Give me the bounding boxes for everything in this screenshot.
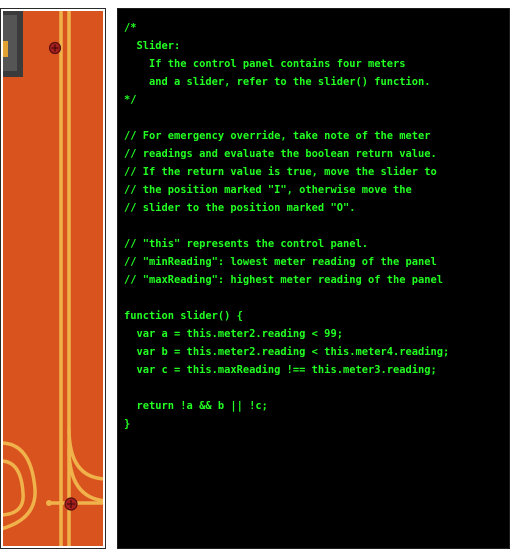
control-panel-illustration xyxy=(1,9,105,548)
code-line: var c = this.maxReading !== this.meter3.… xyxy=(124,364,437,376)
code-line: var a = this.meter2.reading < 99; xyxy=(124,328,343,340)
code-line: // the position marked "I", otherwise mo… xyxy=(124,184,412,196)
screw-icon xyxy=(48,41,62,55)
code-line: function slider() { xyxy=(124,310,243,322)
code-line: // slider to the position marked "O". xyxy=(124,202,356,214)
code-line: and a slider, refer to the slider() func… xyxy=(124,76,431,88)
code-listing: /* Slider: If the control panel contains… xyxy=(118,9,509,433)
code-line: var b = this.meter2.reading < this.meter… xyxy=(124,346,450,358)
control-panel-view xyxy=(0,8,106,549)
wire-junction-dot xyxy=(46,500,52,506)
code-line: return !a && b || !c; xyxy=(124,400,268,412)
panel-display-module xyxy=(1,9,23,77)
code-line: // If the return value is true, move the… xyxy=(124,166,437,178)
code-line: // "minReading": lowest meter reading of… xyxy=(124,256,437,268)
screw-icon xyxy=(64,497,78,511)
code-line: // "this" represents the control panel. xyxy=(124,238,368,250)
code-line: // For emergency override, take note of … xyxy=(124,130,431,142)
code-line: */ xyxy=(124,94,137,106)
code-line: // readings and evaluate the boolean ret… xyxy=(124,148,437,160)
code-line: /* xyxy=(124,22,137,34)
code-manual-panel: /* Slider: If the control panel contains… xyxy=(117,8,510,549)
code-line: If the control panel contains four meter… xyxy=(124,58,406,70)
code-line: // "maxReading": highest meter reading o… xyxy=(124,274,444,286)
code-line: Slider: xyxy=(124,40,181,52)
code-line: } xyxy=(124,418,131,430)
